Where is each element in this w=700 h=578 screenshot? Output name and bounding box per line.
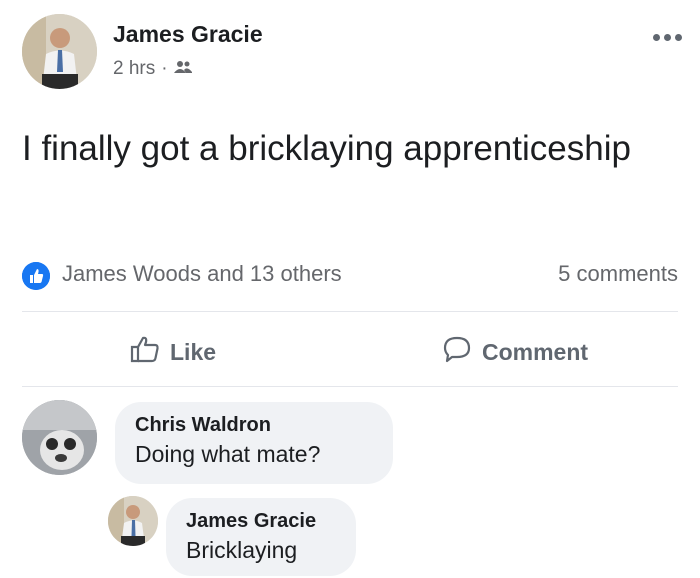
avatar-photo: [22, 14, 97, 89]
reactions-summary[interactable]: James Woods and 13 others: [62, 261, 342, 287]
commenter-avatar[interactable]: [22, 400, 97, 475]
comment-button[interactable]: Comment: [442, 332, 588, 372]
avatar-photo: [22, 400, 97, 475]
comment-text: Bricklaying: [186, 537, 298, 563]
meta-separator: ·: [161, 58, 168, 79]
commenter-name[interactable]: Chris Waldron: [135, 414, 373, 437]
post-header: James Gracie 2 hrs ·: [22, 14, 682, 94]
divider: [22, 386, 678, 387]
reply-item: James Gracie Bricklaying: [108, 496, 408, 578]
more-options-icon[interactable]: [642, 30, 682, 44]
commenter-name[interactable]: James Gracie: [186, 510, 336, 533]
like-label: Like: [170, 338, 217, 365]
comment-text: Doing what mate?: [135, 441, 321, 467]
author-name[interactable]: James Gracie: [113, 21, 263, 48]
post-actions: Like Comment: [22, 322, 678, 382]
like-button[interactable]: Like: [130, 332, 216, 372]
like-badge-icon: [22, 262, 50, 290]
post-text: I finally got a bricklaying apprenticesh…: [22, 129, 631, 168]
reactions-bar: James Woods and 13 others 5 comments: [22, 258, 678, 292]
comment-label: Comment: [482, 338, 589, 365]
comment-bubble: Chris Waldron Doing what mate?: [115, 402, 393, 484]
commenter-avatar[interactable]: [108, 496, 158, 546]
author-avatar[interactable]: [22, 14, 97, 89]
avatar-photo: [108, 496, 158, 546]
comment-count[interactable]: 5 comments: [558, 261, 678, 287]
comment-item: Chris Waldron Doing what mate?: [22, 400, 422, 490]
post-meta: 2 hrs ·: [113, 58, 192, 80]
thumbs-up-icon: [130, 335, 160, 369]
divider: [22, 311, 678, 312]
comment-bubble: James Gracie Bricklaying: [166, 498, 356, 576]
comment-icon: [442, 335, 472, 369]
friends-icon[interactable]: [173, 58, 192, 80]
post-time[interactable]: 2 hrs: [113, 58, 155, 80]
